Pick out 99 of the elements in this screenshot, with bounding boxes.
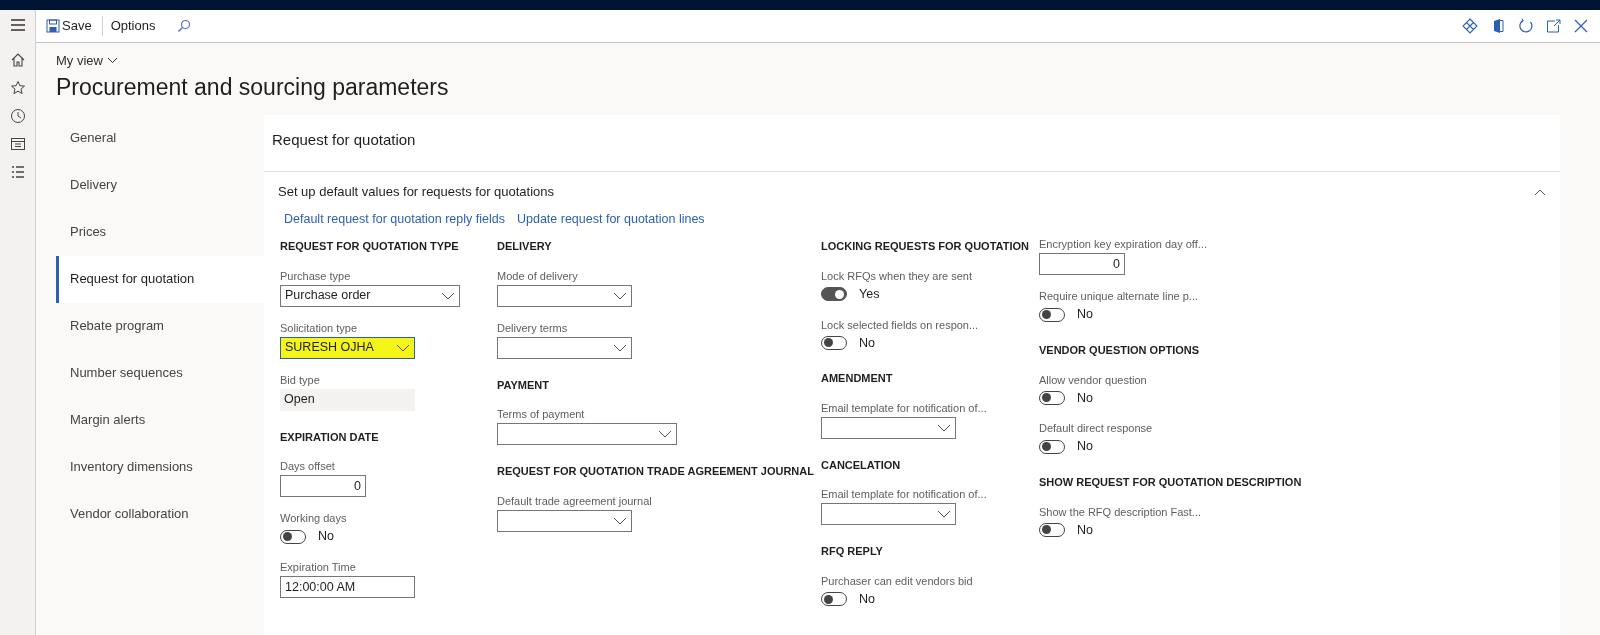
chevron-down-icon [613,343,627,352]
list-icon[interactable] [9,164,26,180]
chevron-down-icon [658,430,672,439]
number-field[interactable]: 0 [280,475,366,498]
dropdown-field[interactable] [497,284,632,307]
save-icon [46,19,60,33]
dropdown-field[interactable] [497,509,632,532]
section-heading: DELIVERY [497,239,553,255]
options-button[interactable]: Options [110,16,156,36]
toggle-switch[interactable] [821,592,847,607]
section-heading: RFQ REPLY [821,544,884,560]
number-field[interactable]: 0 [1039,253,1125,276]
field-label: Require unique alternate line p... [1039,290,1199,304]
toggle-value: No [1077,521,1093,539]
toggle-switch[interactable] [280,529,306,544]
dropdown-field[interactable] [821,503,956,526]
calendar-icon[interactable] [9,136,26,152]
save-button[interactable]: Save [44,16,94,36]
read-only-field: Open [280,388,415,411]
toggle-value: No [859,590,875,608]
link[interactable]: Default request for quotation reply fields [284,209,505,229]
close-icon[interactable] [1574,19,1588,33]
panel-title: Request for quotation [264,114,1560,172]
field-label: Terms of payment [497,408,586,422]
chevron-down-icon [106,57,118,65]
search-icon[interactable] [177,19,192,33]
section-heading: EXPIRATION DATE [280,429,380,445]
section-heading: PAYMENT [497,377,550,393]
star-icon[interactable] [9,80,26,96]
field-label: Days offset [280,460,336,474]
diamond-icon[interactable] [1462,18,1478,34]
field-label: Delivery terms [497,321,569,335]
field-label: Default direct response [1039,422,1154,436]
field-label: Lock RFQs when they are sent [821,269,973,283]
popout-icon[interactable] [1546,18,1562,34]
chevron-down-icon [396,343,410,352]
dropdown-field[interactable] [821,416,956,439]
field-label: Mode of delivery [497,269,579,283]
time-field[interactable]: 12:00:00 AM [280,576,415,598]
toggle-value: No [1077,438,1093,456]
field-label: Lock selected fields on respon... [821,318,980,332]
field-label: Working days [280,512,348,526]
toggle-value: No [318,528,334,546]
section-heading: SHOW REQUEST FOR QUOTATION DESCRIPTION [1039,475,1303,490]
fasttab-title: Set up default values for requests for quotations [278,183,555,201]
toggle-value: No [859,334,875,352]
field-label: Expiration Time [280,561,357,574]
dropdown-field[interactable]: SURESH OJHA [280,336,415,359]
field-label: Email template for notification of... [821,488,988,502]
clock-icon[interactable] [9,108,26,124]
dropdown-field[interactable]: Purchase order [280,284,460,307]
toggle-switch[interactable] [1039,307,1065,322]
chevron-down-icon [613,516,627,525]
nav-tab[interactable]: Request for quotation [56,255,264,303]
collapse-icon[interactable] [1534,187,1546,196]
field-label: Solicitation type [280,321,359,335]
section-heading: VENDOR QUESTION OPTIONS [1039,343,1201,358]
field-label: Email template for notification of... [821,401,988,415]
nav-tab[interactable]: Number sequences [56,349,264,397]
field-label: Default trade agreement journal [497,494,653,508]
section-heading: REQUEST FOR QUOTATION TRADE AGREEMENT JOURNAL [497,464,815,480]
chevron-down-icon [613,291,627,300]
field-label: Encryption key expiration day off... [1039,238,1208,252]
nav-tab[interactable]: Prices [56,208,264,256]
toggle-value: Yes [859,285,880,303]
chevron-down-icon [441,291,455,300]
nav-tab[interactable]: Rebate program [56,302,264,350]
nav-tab[interactable]: Margin alerts [56,396,264,444]
toggle-switch[interactable] [1039,439,1065,454]
toggle-value: No [1077,389,1093,407]
home-icon[interactable] [9,52,26,68]
section-heading: AMENDMENT [821,371,894,387]
toggle-value: No [1077,306,1093,324]
section-heading: CANCELATION [821,457,902,473]
view-selector[interactable]: My view [56,51,118,71]
chevron-down-icon [937,423,951,432]
field-label: Purchaser can edit vendors bid [821,574,974,588]
nav-tab[interactable]: Delivery [56,161,264,209]
section-heading: REQUEST FOR QUOTATION TYPE [280,239,460,255]
field-label: Purchase type [280,269,352,283]
fasttab-header[interactable]: Set up default values for requests for quotations [264,172,1560,210]
nav-tab[interactable]: Inventory dimensions [56,443,264,491]
page-title: Procurement and sourcing parameters [56,72,450,101]
link[interactable]: Update request for quotation lines [516,209,705,229]
menu-icon[interactable] [9,18,26,32]
toggle-switch[interactable] [821,287,847,302]
dropdown-field[interactable] [497,336,632,359]
chevron-down-icon [937,510,951,519]
toggle-switch[interactable] [1039,522,1065,537]
nav-tab[interactable]: Vendor collaboration [56,490,264,538]
dropdown-field[interactable] [497,423,677,446]
field-label: Show the RFQ description Fast... [1039,505,1202,519]
nav-tab[interactable]: General [56,114,264,162]
field-label: Allow vendor question [1039,373,1148,387]
field-label: Bid type [280,373,321,387]
toggle-switch[interactable] [1039,390,1065,405]
toggle-switch[interactable] [821,335,847,350]
refresh-icon[interactable] [1518,18,1534,34]
section-heading: LOCKING REQUESTS FOR QUOTATION [821,239,1030,255]
